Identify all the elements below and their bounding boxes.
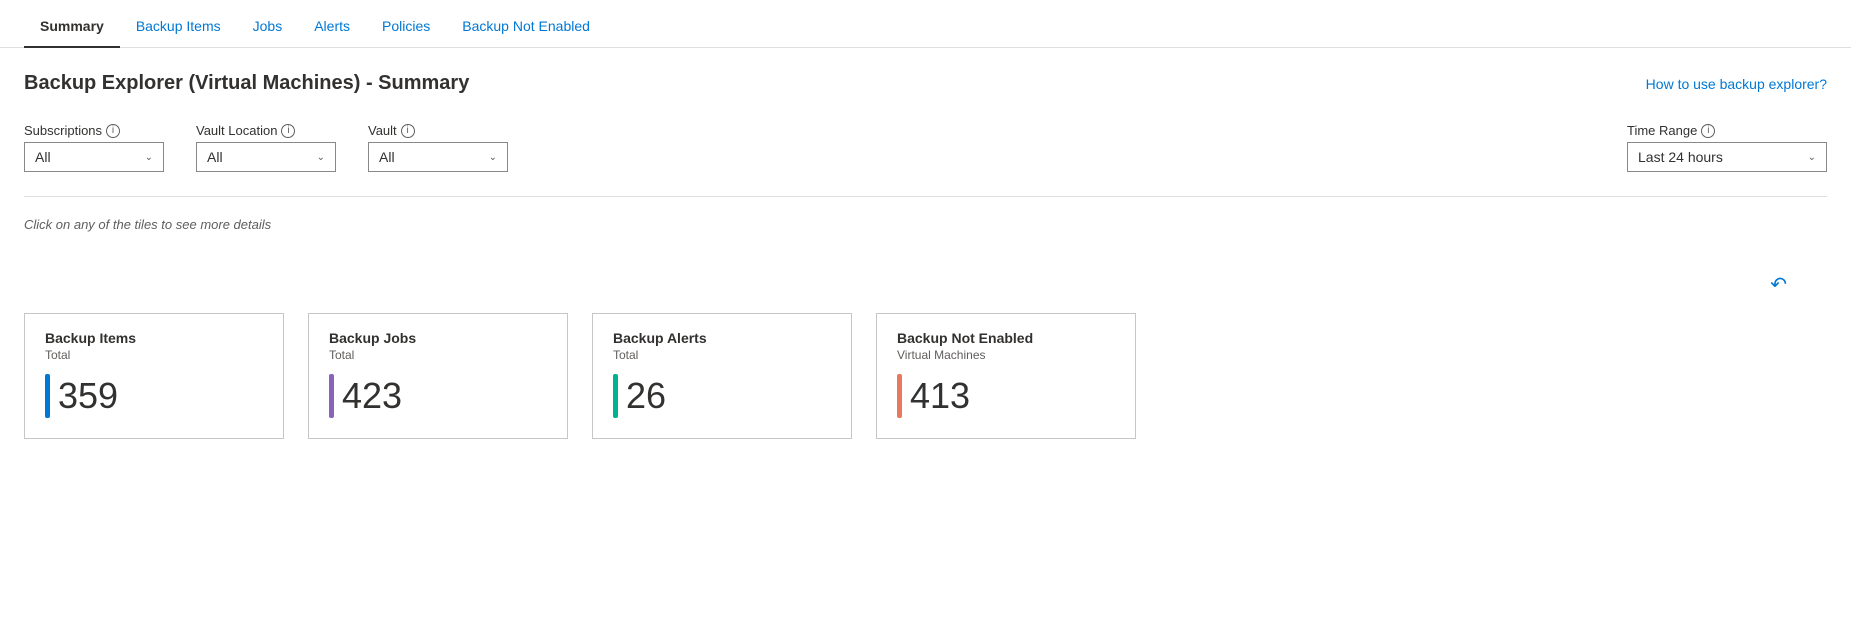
subscriptions-info-icon: i [106, 124, 120, 138]
vault-info-icon: i [401, 124, 415, 138]
backup-not-enabled-bar [897, 374, 902, 418]
refresh-icon[interactable]: ↶ [1770, 272, 1787, 297]
time-range-filter: Time Range i Last 24 hours ⌄ [1627, 123, 1827, 172]
page-title: Backup Explorer (Virtual Machines) - Sum… [24, 72, 469, 95]
help-link[interactable]: How to use backup explorer? [1646, 76, 1827, 92]
time-range-label: Time Range i [1627, 123, 1827, 138]
subscriptions-dropdown[interactable]: All ⌄ [24, 142, 164, 172]
backup-jobs-tile[interactable]: Backup Jobs Total 423 [308, 313, 568, 439]
backup-alerts-number: 26 [626, 378, 666, 414]
backup-items-tile-subtitle: Total [45, 348, 263, 362]
tab-summary[interactable]: Summary [24, 6, 120, 48]
refresh-area: ↶ [24, 272, 1827, 297]
backup-jobs-tile-title: Backup Jobs [329, 330, 547, 346]
backup-not-enabled-tile[interactable]: Backup Not Enabled Virtual Machines 413 [876, 313, 1136, 439]
hint-text: Click on any of the tiles to see more de… [24, 217, 1827, 232]
backup-alerts-tile-title: Backup Alerts [613, 330, 831, 346]
backup-jobs-value-row: 423 [329, 374, 547, 418]
backup-items-tile[interactable]: Backup Items Total 359 [24, 313, 284, 439]
subscriptions-label: Subscriptions i [24, 123, 164, 138]
vault-location-filter: Vault Location i All ⌄ [196, 123, 336, 172]
backup-alerts-value-row: 26 [613, 374, 831, 418]
divider [24, 196, 1827, 197]
tiles-row: Backup Items Total 359 Backup Jobs Total… [24, 313, 1827, 439]
backup-jobs-tile-subtitle: Total [329, 348, 547, 362]
subscriptions-filter: Subscriptions i All ⌄ [24, 123, 164, 172]
tab-bar: Summary Backup Items Jobs Alerts Policie… [0, 0, 1851, 48]
subscriptions-chevron-icon: ⌄ [145, 152, 153, 163]
time-range-info-icon: i [1701, 124, 1715, 138]
backup-alerts-tile[interactable]: Backup Alerts Total 26 [592, 313, 852, 439]
vault-location-dropdown[interactable]: All ⌄ [196, 142, 336, 172]
vault-dropdown[interactable]: All ⌄ [368, 142, 508, 172]
backup-items-bar [45, 374, 50, 418]
title-row: Backup Explorer (Virtual Machines) - Sum… [24, 72, 1827, 99]
backup-alerts-tile-subtitle: Total [613, 348, 831, 362]
tab-backup-not-enabled[interactable]: Backup Not Enabled [446, 6, 606, 48]
tab-alerts[interactable]: Alerts [298, 6, 366, 48]
backup-jobs-bar [329, 374, 334, 418]
backup-not-enabled-value-row: 413 [897, 374, 1115, 418]
tab-policies[interactable]: Policies [366, 6, 446, 48]
tab-backup-items[interactable]: Backup Items [120, 6, 237, 48]
filters-row: Subscriptions i All ⌄ Vault Location i A… [24, 123, 1827, 172]
backup-alerts-bar [613, 374, 618, 418]
time-range-chevron-icon: ⌄ [1808, 152, 1816, 163]
vault-filter: Vault i All ⌄ [368, 123, 508, 172]
time-range-dropdown[interactable]: Last 24 hours ⌄ [1627, 142, 1827, 172]
backup-items-value-row: 359 [45, 374, 263, 418]
tab-jobs[interactable]: Jobs [237, 6, 299, 48]
vault-label: Vault i [368, 123, 508, 138]
backup-jobs-number: 423 [342, 378, 402, 414]
vault-location-label: Vault Location i [196, 123, 336, 138]
vault-chevron-icon: ⌄ [489, 152, 497, 163]
main-content: Backup Explorer (Virtual Machines) - Sum… [0, 48, 1851, 463]
backup-items-tile-title: Backup Items [45, 330, 263, 346]
vault-location-info-icon: i [281, 124, 295, 138]
backup-not-enabled-number: 413 [910, 378, 970, 414]
vault-location-chevron-icon: ⌄ [317, 152, 325, 163]
backup-not-enabled-tile-title: Backup Not Enabled [897, 330, 1115, 346]
backup-items-number: 359 [58, 378, 118, 414]
backup-not-enabled-tile-subtitle: Virtual Machines [897, 348, 1115, 362]
